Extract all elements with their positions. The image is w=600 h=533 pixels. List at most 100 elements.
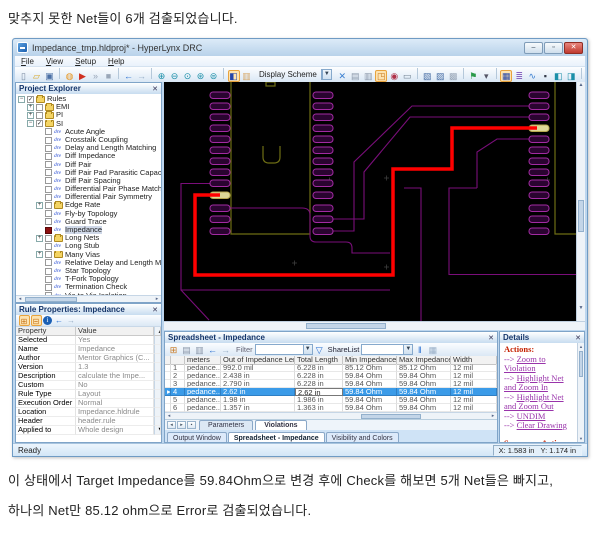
grid-scrollbar[interactable] [154,372,161,382]
scroll-down-icon[interactable]: ▼ [578,435,584,442]
scrollbar-thumb[interactable] [578,200,584,232]
tab-parameters[interactable]: Parameters [199,420,254,430]
rule-checkbox[interactable] [45,259,52,267]
cell-parameters[interactable]: pedance... [185,388,221,396]
cell-min-impedance[interactable]: 59.84 Ohm [343,404,397,412]
pad[interactable] [528,102,550,110]
tab-scroll-right-icon[interactable]: ▸ [177,421,186,429]
pcb-layout[interactable] [164,82,578,321]
cell-max-impedance[interactable]: 59.84 Ohm [397,396,451,404]
rule-checkbox[interactable] [45,193,52,201]
tree-item-pi[interactable]: + PI [16,111,161,119]
grid-scrollbar[interactable] [154,399,161,409]
grid-scrollbar[interactable] [154,417,161,427]
cell-parameters[interactable]: pedance... [185,364,221,372]
pad[interactable] [209,146,231,154]
pause-icon[interactable]: ‖ [414,344,426,356]
print-icon[interactable]: ▤ [181,344,193,356]
zoom-previous-icon[interactable]: ⊜ [208,70,220,82]
pcb-3d-icon[interactable]: ◨ [565,70,577,82]
action-link-highlight-net-and-zoom-in[interactable]: Highlight Net and Zoom In [504,373,564,393]
canvas-vertical-scrollbar[interactable]: ▲ ▼ [576,82,585,321]
zoom-out-icon[interactable]: ⊖ [169,70,181,82]
filter-combo[interactable]: ▼ [254,344,313,355]
layers-icon[interactable]: ▦ [500,69,513,82]
pad[interactable] [312,215,334,223]
scheme-light-icon[interactable]: ▥ [241,70,253,82]
scheme-dark-icon[interactable]: ◧ [227,69,240,82]
grid-scrollbar[interactable] [154,345,161,355]
pcb-canvas-area[interactable]: ▲ ▼ [164,82,585,330]
tree-item-rules[interactable]: − ✓ Rules [16,95,161,103]
tree-item-acute-angle[interactable]: dre Acute Angle [16,128,161,136]
pad[interactable] [209,124,231,132]
waveform-icon[interactable]: ∿ [526,70,538,82]
highlight-net-icon[interactable]: ◳ [375,69,388,82]
pad[interactable] [528,179,550,187]
expander-icon[interactable]: + [36,234,43,242]
pad[interactable] [209,157,231,165]
grid-scrollbar[interactable] [154,381,161,391]
tree-item-star-topology[interactable]: dre Star Topology [16,267,161,275]
select-area-icon[interactable]: ▩ [447,70,459,82]
grid-view-icon[interactable]: ⊞ [18,315,30,327]
rule-checkbox[interactable] [45,283,52,291]
grid-scrollbar[interactable] [154,408,161,418]
rule-checkbox[interactable] [45,128,52,136]
flag-menu-icon[interactable]: ▾ [480,70,492,82]
tree-item-edge-rate[interactable]: + Edge Rate [16,201,161,209]
rule-checkbox[interactable] [45,226,52,234]
tree-item-long-nets[interactable]: + Long Nets [16,234,161,242]
zoom-window-icon[interactable]: ⊙ [182,70,194,82]
select-part-icon[interactable]: ▨ [434,70,446,82]
cell-out-of-impedance-length[interactable]: 2.62 in [221,388,295,396]
action-link-zoom-to-violation[interactable]: Zoom to Violation [504,354,546,374]
step-icon[interactable]: » [90,70,102,82]
info-icon[interactable]: i [43,316,52,326]
pad[interactable] [528,204,550,212]
category-view-icon[interactable]: ⊟ [30,315,42,327]
pad[interactable] [312,102,334,110]
pad[interactable] [312,146,334,154]
cell-min-impedance[interactable]: 85.12 Ohm [343,364,397,372]
titlebar[interactable]: Impedance_tmp.hldproj* - HyperLynx DRC –… [13,39,587,56]
sharelist-combo[interactable]: ▼ [361,344,414,355]
cell-total-length[interactable]: 2.62 in [295,388,343,396]
tab-spreadsheet-impedance[interactable]: Spreadsheet - Impedance [227,432,325,442]
scrollbar-thumb[interactable] [361,414,421,419]
cell-width[interactable]: 12 mil [451,380,497,388]
tree-item-differential-pair-symmetry[interactable]: dre Differential Pair Symmetry [16,193,161,201]
pad[interactable] [528,135,550,143]
copy-icon[interactable]: ▥ [194,344,206,356]
film-icon[interactable]: ▭ [401,70,413,82]
zoom-fit-icon[interactable]: ⊛ [195,70,207,82]
cell-total-length[interactable]: 6.228 in [295,380,343,388]
cell-width[interactable]: 12 mil [451,364,497,372]
cell-max-impedance[interactable]: 59.84 Ohm [397,404,451,412]
rule-checkbox[interactable]: ✓ [27,95,34,103]
tab-list-icon[interactable]: ▪ [187,421,196,429]
action-link-highlight-net-and-zoom-out[interactable]: Highlight Net and Zoom Out [504,392,564,412]
cell-total-length[interactable]: 6.228 in [295,372,343,380]
stackup-icon[interactable]: ≣ [513,70,525,82]
rule-checkbox[interactable] [45,161,52,169]
rule-checkbox[interactable] [36,111,43,119]
tab-violations[interactable]: Violations [255,420,307,430]
export-icon[interactable]: ⊞ [168,344,180,356]
tree-item-many-vias[interactable]: + Many Vias [16,250,161,259]
stop-icon[interactable]: ■ [103,70,115,82]
grid-scrollbar[interactable]: ▼ [154,426,161,436]
back-icon[interactable]: ← [207,344,219,356]
tab-output-window[interactable]: Output Window [167,432,227,442]
cell-min-impedance[interactable]: 59.84 Ohm [343,372,397,380]
tree-item-diff-pair-spacing[interactable]: dre Diff Pair Spacing [16,177,161,185]
scrollbar-thumb[interactable] [579,351,583,377]
cell-min-impedance[interactable]: 59.84 Ohm [343,396,397,404]
pad[interactable] [312,113,334,121]
pad[interactable] [209,215,231,223]
expander-icon[interactable]: + [27,103,34,111]
tree-item-crosstalk-coupling[interactable]: dre Crosstalk Coupling [16,136,161,144]
cell-max-impedance[interactable]: 59.84 Ohm [397,388,451,396]
rule-checkbox[interactable] [45,152,52,160]
cell-max-impedance[interactable]: 59.84 Ohm [397,372,451,380]
